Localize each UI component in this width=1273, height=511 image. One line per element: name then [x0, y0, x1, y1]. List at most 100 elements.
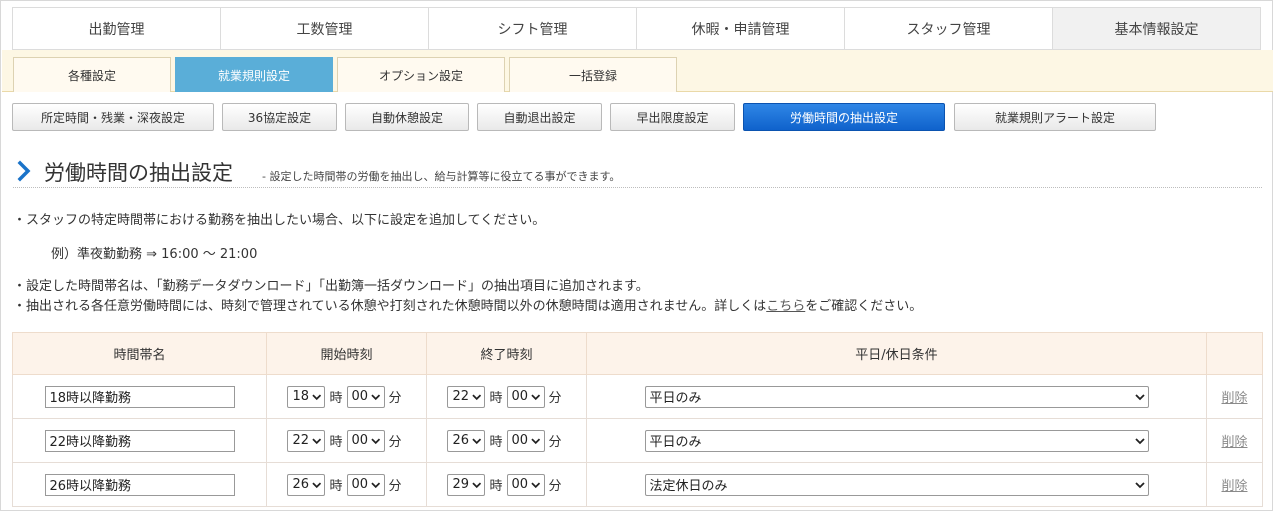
- day-condition-select[interactable]: 平日のみ: [644, 385, 1149, 408]
- start-minute-select[interactable]: 00: [346, 385, 385, 408]
- details-link[interactable]: こちら: [766, 299, 805, 314]
- start-hour-select[interactable]: 26: [287, 473, 326, 496]
- chevron-down-icon: [312, 482, 322, 488]
- day-condition-cell: 平日のみ: [586, 374, 1207, 419]
- chevron-down-icon: [312, 438, 322, 444]
- table-row: 18 時 00 分 22 時 00 分 平日のみ 削除: [12, 374, 1263, 419]
- end-hour-select[interactable]: 22: [447, 385, 486, 408]
- minute-unit-label: 分: [388, 435, 402, 450]
- delete-link[interactable]: 削除: [1221, 391, 1247, 406]
- start-time-cell: 18 時 00 分: [266, 374, 427, 419]
- start-minute-select[interactable]: 00: [346, 429, 385, 452]
- time-band-name-input[interactable]: [44, 429, 235, 452]
- hour-unit-label: 時: [329, 479, 343, 494]
- minute-unit-label: 分: [548, 435, 562, 450]
- chevron-down-icon: [371, 438, 381, 444]
- actions-cell: 削除: [1206, 418, 1263, 463]
- start-minute-value: 00: [351, 389, 369, 404]
- end-hour-select[interactable]: 29: [447, 473, 486, 496]
- rule-button-row: 所定時間・残業・深夜設定 36協定設定 自動休憩設定 自動退出設定 早出限度設定…: [1, 103, 1273, 131]
- rule-button-rule-alert[interactable]: 就業規則アラート設定: [954, 103, 1156, 131]
- header-time-band-name: 時間帯名: [12, 332, 267, 375]
- chevron-down-icon: [531, 394, 541, 400]
- sub-nav-tab-general[interactable]: 各種設定: [13, 57, 171, 92]
- day-condition-select[interactable]: 平日のみ: [644, 429, 1149, 452]
- minute-unit-label: 分: [388, 479, 402, 494]
- chevron-down-icon: [371, 394, 381, 400]
- top-nav-tab-leave-requests[interactable]: 休暇・申請管理: [637, 8, 845, 49]
- end-minute-select[interactable]: 00: [506, 385, 545, 408]
- chevron-down-icon: [531, 438, 541, 444]
- app-frame: 出勤管理 工数管理 シフト管理 休暇・申請管理 スタッフ管理 基本情報設定 各種…: [0, 0, 1273, 511]
- end-time-cell: 26 時 00 分: [426, 418, 587, 463]
- chevron-down-icon: [1134, 393, 1145, 400]
- rule-button-early-limit[interactable]: 早出限度設定: [610, 103, 735, 131]
- description-line-3-text: ・抽出される各任意労働時間には、時刻で管理されている休憩や打刻された休憩時間以外…: [13, 299, 767, 314]
- end-time-cell: 22 時 00 分: [426, 374, 587, 419]
- top-nav-tab-attendance[interactable]: 出勤管理: [13, 8, 221, 49]
- hour-unit-label: 時: [329, 435, 343, 450]
- delete-link[interactable]: 削除: [1221, 479, 1247, 494]
- day-condition-select[interactable]: 法定休日のみ: [644, 473, 1149, 496]
- day-condition-value: 平日のみ: [649, 391, 702, 406]
- start-hour-select[interactable]: 18: [287, 385, 326, 408]
- sub-nav-tab-bulk-register[interactable]: 一括登録: [509, 57, 677, 92]
- chevron-right-icon: [17, 160, 31, 182]
- table-row: 26 時 00 分 29 時 00 分 法定休日のみ 削除: [12, 462, 1263, 507]
- table-header-row: 時間帯名 開始時刻 終了時刻 平日/休日条件: [12, 332, 1263, 375]
- chevron-down-icon: [371, 482, 381, 488]
- minute-unit-label: 分: [548, 391, 562, 406]
- rule-button-auto-break[interactable]: 自動休憩設定: [345, 103, 469, 131]
- hour-unit-label: 時: [489, 435, 503, 450]
- page-title: 労働時間の抽出設定: [44, 161, 233, 185]
- rule-button-auto-exit[interactable]: 自動退出設定: [477, 103, 602, 131]
- actions-cell: 削除: [1206, 374, 1263, 419]
- rule-button-36-agreement[interactable]: 36協定設定: [222, 103, 337, 131]
- time-band-name-input[interactable]: [44, 473, 235, 496]
- day-condition-cell: 平日のみ: [586, 418, 1207, 463]
- header-start-time: 開始時刻: [266, 332, 427, 375]
- top-nav-tab-shift[interactable]: シフト管理: [429, 8, 637, 49]
- end-minute-value: 00: [511, 433, 529, 448]
- start-hour-select[interactable]: 22: [287, 429, 326, 452]
- description-line-3: ・抽出される各任意労働時間には、時刻で管理されている休憩や打刻された休憩時間以外…: [13, 295, 922, 314]
- rule-button-scheduled-overtime[interactable]: 所定時間・残業・深夜設定: [12, 103, 214, 131]
- header-day-condition: 平日/休日条件: [586, 332, 1207, 375]
- end-minute-select[interactable]: 00: [506, 473, 545, 496]
- hour-unit-label: 時: [489, 391, 503, 406]
- time-band-name-cell: [12, 462, 267, 507]
- start-hour-value: 18: [292, 389, 310, 404]
- minute-unit-label: 分: [388, 391, 402, 406]
- time-band-name-input[interactable]: [44, 385, 235, 408]
- top-nav-tab-staff[interactable]: スタッフ管理: [845, 8, 1053, 49]
- start-time-cell: 26 時 00 分: [266, 462, 427, 507]
- rule-button-work-time-extraction[interactable]: 労働時間の抽出設定: [743, 103, 945, 131]
- sub-nav-tab-options[interactable]: オプション設定: [337, 57, 505, 92]
- chevron-down-icon: [472, 482, 482, 488]
- description-line-2: ・設定した時間帯名は、「勤務データダウンロード」「出勤簿一括ダウンロード」の抽出…: [13, 279, 649, 294]
- start-hour-value: 22: [292, 433, 310, 448]
- page-subtitle: - 設定した時間帯の労働を抽出し、給与計算等に役立てる事ができます。: [262, 170, 621, 183]
- sub-nav-tab-work-rules[interactable]: 就業規則設定: [175, 57, 333, 92]
- description-line-1: ・スタッフの特定時間帯における勤務を抽出したい場合、以下に設定を追加してください…: [13, 213, 546, 228]
- end-hour-select[interactable]: 26: [447, 429, 486, 452]
- end-minute-value: 00: [511, 477, 529, 492]
- start-minute-select[interactable]: 00: [346, 473, 385, 496]
- day-condition-value: 平日のみ: [649, 435, 702, 450]
- chevron-down-icon: [312, 394, 322, 400]
- end-minute-select[interactable]: 00: [506, 429, 545, 452]
- top-nav-tab-man-hours[interactable]: 工数管理: [221, 8, 429, 49]
- start-hour-value: 26: [292, 477, 310, 492]
- chevron-down-icon: [531, 482, 541, 488]
- actions-cell: 削除: [1206, 462, 1263, 507]
- start-time-cell: 22 時 00 分: [266, 418, 427, 463]
- header-end-time: 終了時刻: [426, 332, 587, 375]
- table-row: 22 時 00 分 26 時 00 分 平日のみ 削除: [12, 418, 1263, 463]
- extraction-table: 時間帯名 開始時刻 終了時刻 平日/休日条件 18 時 00 分 22 時 00 分 平日の…: [12, 332, 1263, 507]
- delete-link[interactable]: 削除: [1221, 435, 1247, 450]
- start-minute-value: 00: [351, 477, 369, 492]
- end-hour-value: 29: [452, 477, 470, 492]
- chevron-down-icon: [472, 438, 482, 444]
- time-band-name-cell: [12, 418, 267, 463]
- top-nav-tab-basic-settings[interactable]: 基本情報設定: [1053, 8, 1260, 49]
